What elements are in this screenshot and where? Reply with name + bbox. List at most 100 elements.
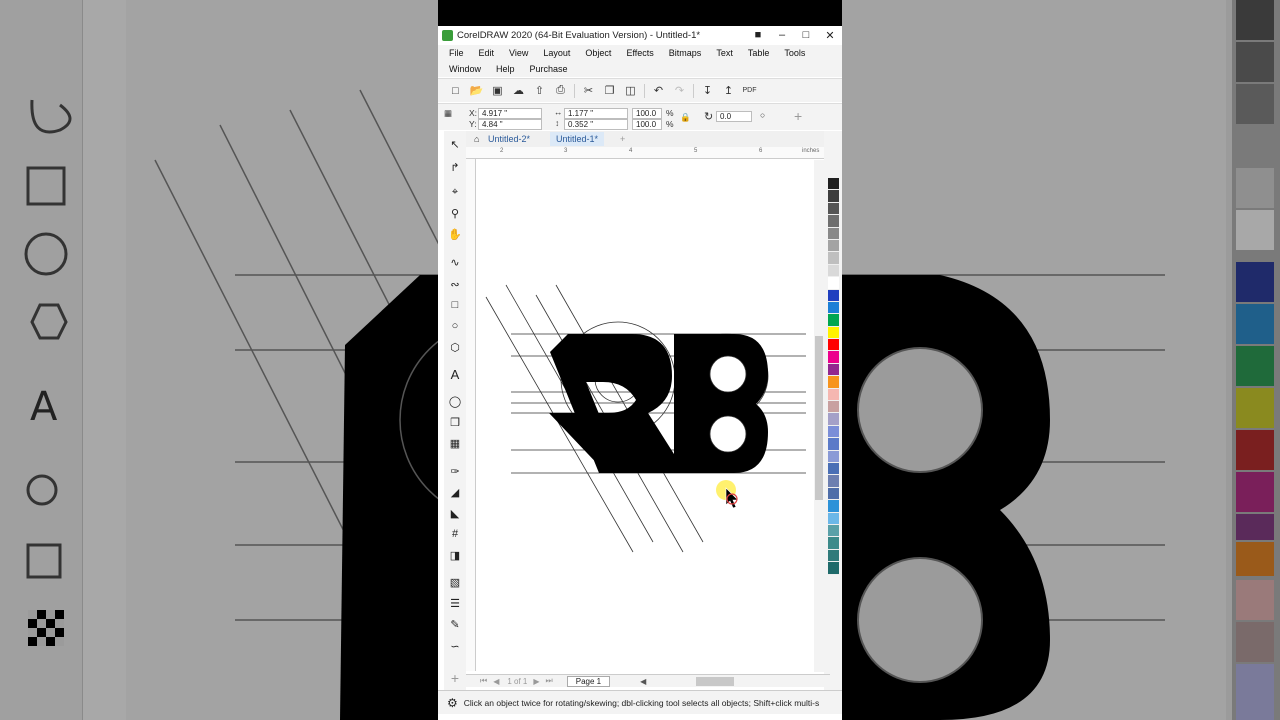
hscroll-thumb[interactable] [696, 676, 735, 686]
cloud-icon[interactable]: ☁ [508, 83, 529, 99]
palette-swatch[interactable] [828, 401, 839, 414]
menu-window[interactable]: Window [449, 64, 481, 74]
palette-swatch[interactable] [828, 462, 839, 476]
eraser-icon[interactable]: ◨ [446, 546, 464, 564]
palette-swatch[interactable] [828, 388, 839, 402]
rotation-field[interactable]: 0.0 [716, 111, 752, 122]
palette-swatch[interactable] [828, 339, 839, 352]
menu-help[interactable]: Help [496, 64, 515, 74]
logo-r-shape[interactable] [549, 334, 686, 473]
palette-swatch[interactable] [828, 475, 839, 488]
y-position-field[interactable]: 4.84 " [478, 119, 542, 130]
palette-swatch[interactable] [828, 215, 839, 228]
last-page-icon[interactable]: ⏭ [546, 676, 553, 686]
scale-y-field[interactable]: 100.0 [632, 119, 662, 130]
freehand-tool-icon[interactable]: ∿ [446, 253, 464, 271]
drop-shadow-icon[interactable]: ❒ [446, 413, 464, 431]
palette-swatch[interactable] [828, 190, 839, 203]
palette-swatch[interactable] [828, 425, 839, 439]
palette-swatch[interactable] [828, 326, 839, 340]
redo-icon[interactable]: ↷ [669, 83, 690, 99]
palette-swatch[interactable] [828, 202, 839, 216]
menu-tools[interactable]: Tools [784, 48, 805, 58]
palette-swatch[interactable] [828, 500, 839, 513]
menu-layout[interactable]: Layout [543, 48, 570, 58]
artistic-media-icon[interactable]: ∾ [446, 275, 464, 293]
menu-table[interactable]: Table [748, 48, 770, 58]
print-icon[interactable]: ⎙ [550, 83, 571, 99]
close-button[interactable]: ✕ [818, 29, 842, 42]
undo-icon[interactable]: ↶ [648, 83, 669, 99]
minimize-button[interactable]: – [770, 29, 794, 41]
bezier-icon[interactable]: ∽ [446, 637, 464, 655]
copy-icon[interactable]: ❐ [599, 83, 620, 99]
menu-file[interactable]: File [449, 48, 464, 58]
connector-icon[interactable]: ✎ [446, 615, 464, 633]
palette-swatch[interactable] [828, 277, 839, 290]
next-page-icon[interactable]: ▶ [533, 677, 539, 686]
menu-object[interactable]: Object [585, 48, 611, 58]
import-icon[interactable]: ↧ [697, 83, 718, 99]
palette-swatch[interactable] [828, 413, 839, 426]
menu-bitmaps[interactable]: Bitmaps [669, 48, 702, 58]
menu-text[interactable]: Text [716, 48, 733, 58]
polygon-tool-icon[interactable]: ⬡ [446, 338, 464, 356]
palette-swatch[interactable] [828, 562, 839, 575]
pick-tool-icon[interactable]: ↖ [446, 135, 464, 153]
palette-swatch[interactable] [828, 487, 839, 501]
palette-swatch[interactable] [828, 252, 839, 265]
menu-purchase[interactable]: Purchase [530, 64, 568, 74]
drawing-canvas[interactable] [478, 160, 823, 670]
first-page-icon[interactable]: ⏮ [480, 676, 487, 686]
palette-swatch[interactable] [828, 314, 839, 327]
width-field[interactable]: 1.177 " [564, 108, 628, 119]
zoom-tool-icon[interactable]: ⚲ [446, 204, 464, 222]
palette-swatch[interactable] [828, 549, 839, 563]
rectangle-tool-icon[interactable]: □ [446, 296, 464, 314]
palette-swatch[interactable] [828, 239, 839, 253]
smart-fill-icon[interactable]: ◣ [446, 504, 464, 522]
palette-swatch[interactable] [828, 227, 839, 240]
new-document-icon[interactable]: □ [445, 83, 466, 99]
crop-tool-icon[interactable]: ⌖ [446, 183, 464, 201]
vertical-scrollbar[interactable] [814, 160, 824, 672]
tab-untitled-2[interactable]: Untitled-2* [482, 132, 536, 146]
logo-b-shape[interactable] [674, 334, 768, 473]
palette-swatch[interactable] [828, 301, 839, 315]
hscroll-left-icon[interactable]: ◀ [640, 677, 646, 686]
add-icon[interactable]: + [794, 108, 802, 124]
paste-icon[interactable]: ◫ [620, 83, 641, 99]
palette-swatch[interactable] [828, 524, 839, 538]
palette-swatch[interactable] [828, 178, 839, 191]
prev-page-icon[interactable]: ◀ [493, 677, 499, 686]
scrollbar-thumb[interactable] [815, 336, 823, 500]
palette-swatch[interactable] [828, 289, 839, 302]
palette-swatch[interactable] [828, 512, 839, 525]
height-field[interactable]: 0.352 " [564, 119, 628, 130]
cloud-upload-icon[interactable]: ⇧ [529, 83, 550, 99]
palette-swatch[interactable] [828, 438, 839, 451]
text-tool-icon[interactable]: A [446, 365, 464, 383]
ellipse-tool-icon[interactable]: ○ [446, 317, 464, 335]
tab-untitled-1[interactable]: Untitled-1* [550, 132, 605, 146]
maximize-button[interactable]: □ [794, 29, 818, 41]
adjust-icon[interactable]: ☰ [446, 594, 464, 612]
page-tab[interactable]: Page 1 [566, 675, 611, 687]
status-gear-icon[interactable]: ⚙ [447, 696, 458, 710]
open-icon[interactable]: 📂 [466, 83, 487, 99]
scale-x-field[interactable]: 100.0 [632, 108, 662, 119]
pan-tool-icon[interactable]: ✋ [446, 225, 464, 243]
new-tab-button[interactable]: + [614, 132, 631, 146]
palette-swatch[interactable] [828, 264, 839, 278]
pdf-icon[interactable]: PDF [739, 83, 760, 99]
parallel-dimension-icon[interactable]: ◯ [446, 392, 464, 410]
mesh-fill-icon[interactable]: # [446, 525, 464, 543]
menu-edit[interactable]: Edit [479, 48, 495, 58]
palette-swatch[interactable] [828, 363, 839, 377]
lock-ratio-icon[interactable]: 🔒 [680, 112, 691, 123]
export-icon[interactable]: ↥ [718, 83, 739, 99]
blend-icon[interactable]: ▧ [446, 573, 464, 591]
transparency-icon[interactable]: ▦ [446, 434, 464, 452]
add-tool-icon[interactable]: + [446, 669, 464, 687]
menu-effects[interactable]: Effects [626, 48, 653, 58]
